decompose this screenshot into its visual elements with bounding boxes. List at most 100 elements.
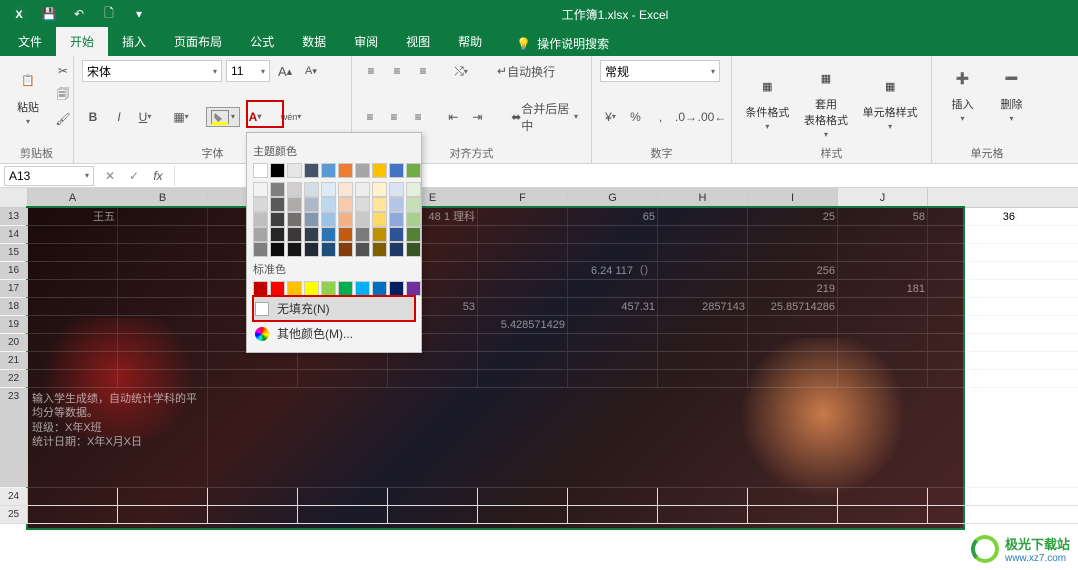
color-swatch[interactable] (270, 212, 285, 227)
color-swatch[interactable] (338, 227, 353, 242)
color-swatch[interactable] (253, 227, 268, 242)
cell[interactable] (568, 244, 658, 261)
wrap-text-button[interactable]: ↵ 自动换行 (492, 60, 560, 82)
color-swatch[interactable] (355, 182, 370, 197)
row-header[interactable]: 17 (0, 280, 28, 297)
cell[interactable] (28, 334, 118, 351)
cell[interactable] (28, 370, 118, 387)
color-swatch[interactable] (406, 212, 421, 227)
cell[interactable] (478, 262, 568, 279)
column-header[interactable]: B (118, 188, 208, 207)
tab-home[interactable]: 开始 (56, 27, 108, 56)
color-swatch[interactable] (270, 227, 285, 242)
color-swatch[interactable] (389, 242, 404, 257)
color-swatch[interactable] (355, 281, 370, 296)
cell[interactable] (208, 370, 298, 387)
color-swatch[interactable] (304, 182, 319, 197)
fill-color-button[interactable]: ▾ (206, 107, 240, 127)
cell[interactable] (388, 352, 478, 369)
tab-file[interactable]: 文件 (4, 27, 56, 56)
cell[interactable]: 25 (748, 208, 838, 225)
currency-button[interactable]: ¥▾ (600, 106, 621, 128)
align-middle-button[interactable]: ≡ (386, 60, 408, 82)
font-name-combo[interactable]: 宋体▾ (82, 60, 222, 82)
cell[interactable] (118, 280, 208, 297)
column-header[interactable]: I (748, 188, 838, 207)
cell[interactable] (28, 488, 118, 505)
cell[interactable] (118, 298, 208, 315)
cell[interactable] (118, 262, 208, 279)
cell[interactable]: 25.85714286 (748, 298, 838, 315)
color-swatch[interactable] (406, 182, 421, 197)
column-header[interactable]: H (658, 188, 748, 207)
cell[interactable] (568, 316, 658, 333)
cell[interactable] (208, 506, 298, 523)
cell[interactable] (838, 298, 928, 315)
redo-button[interactable]: 🗋 (96, 2, 122, 26)
color-swatch[interactable] (270, 182, 285, 197)
cell[interactable]: 36 (928, 208, 1018, 225)
cell[interactable]: 2857143 (658, 298, 748, 315)
color-swatch[interactable] (389, 212, 404, 227)
qat-customize[interactable]: ▾ (126, 2, 152, 26)
cell[interactable] (478, 208, 568, 225)
phonetic-button[interactable]: wén▾ (280, 106, 302, 128)
color-swatch[interactable] (372, 182, 387, 197)
cell[interactable] (388, 488, 478, 505)
color-swatch[interactable] (406, 197, 421, 212)
row-header[interactable]: 25 (0, 506, 28, 523)
color-swatch[interactable] (372, 281, 387, 296)
color-swatch[interactable] (287, 212, 302, 227)
cell[interactable] (118, 226, 208, 243)
color-swatch[interactable] (287, 182, 302, 197)
cell[interactable] (118, 370, 208, 387)
cell[interactable] (478, 244, 568, 261)
bold-button[interactable]: B (82, 106, 104, 128)
cell[interactable] (658, 334, 748, 351)
color-swatch[interactable] (270, 281, 285, 296)
color-swatch[interactable] (389, 163, 404, 178)
color-swatch[interactable] (355, 227, 370, 242)
merge-center-button[interactable]: ⬌ 合并后居中▾ (506, 106, 583, 128)
color-swatch[interactable] (338, 182, 353, 197)
select-all-corner[interactable] (0, 188, 28, 207)
cell[interactable] (478, 352, 568, 369)
decrease-font-button[interactable]: A▾ (300, 60, 322, 82)
color-swatch[interactable] (270, 163, 285, 178)
cell[interactable] (388, 370, 478, 387)
row-header[interactable]: 21 (0, 352, 28, 369)
cell[interactable] (748, 488, 838, 505)
cell[interactable] (28, 298, 118, 315)
cell[interactable] (118, 244, 208, 261)
orientation-button[interactable]: ⤭▾ (450, 60, 472, 82)
color-swatch[interactable] (287, 227, 302, 242)
decrease-decimal-button[interactable]: .00← (701, 106, 723, 128)
color-swatch[interactable] (406, 242, 421, 257)
color-swatch[interactable] (253, 182, 268, 197)
column-header[interactable]: F (478, 188, 568, 207)
cell[interactable] (298, 370, 388, 387)
color-swatch[interactable] (304, 163, 319, 178)
cell[interactable] (658, 208, 748, 225)
tab-view[interactable]: 视图 (392, 27, 444, 56)
cell[interactable] (478, 298, 568, 315)
column-header[interactable]: G (568, 188, 658, 207)
enter-formula-button[interactable]: ✓ (122, 166, 146, 186)
cell[interactable] (658, 226, 748, 243)
cell[interactable]: 5.428571429 (478, 316, 568, 333)
color-swatch[interactable] (355, 242, 370, 257)
cell[interactable] (208, 488, 298, 505)
cell[interactable]: 219 (748, 280, 838, 297)
cell[interactable] (298, 506, 388, 523)
undo-button[interactable]: ↶ (66, 2, 92, 26)
cell[interactable] (28, 244, 118, 261)
cell[interactable] (838, 370, 928, 387)
column-header[interactable]: A (28, 188, 118, 207)
underline-button[interactable]: U▾ (134, 106, 156, 128)
cell-styles-button[interactable]: ▦单元格样式▾ (859, 68, 922, 133)
color-swatch[interactable] (270, 242, 285, 257)
tell-me-search[interactable]: 操作说明搜索 (537, 35, 609, 52)
insert-function-button[interactable]: fx (146, 166, 170, 186)
cell[interactable] (28, 506, 118, 523)
cell[interactable] (838, 488, 928, 505)
